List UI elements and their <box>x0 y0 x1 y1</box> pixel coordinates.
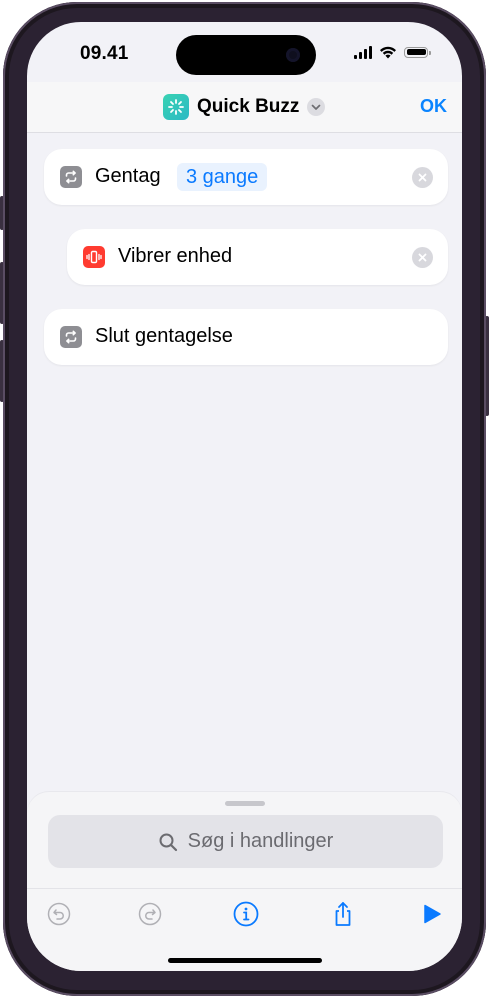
shortcut-title: Quick Buzz <box>197 96 300 117</box>
share-icon <box>335 902 351 926</box>
info-button[interactable] <box>231 899 261 929</box>
repeat-count-token[interactable]: 3 gange <box>177 163 268 191</box>
front-camera-icon <box>286 48 300 62</box>
action-label: Slut gentagelse <box>95 325 233 347</box>
action-label: Gentag <box>95 165 161 187</box>
remove-action-button[interactable] <box>412 247 433 268</box>
screen: 09.41 Quick Buzz OK Gentag 3 gange Vibre… <box>27 22 462 971</box>
home-indicator[interactable] <box>168 958 322 963</box>
repeat-icon <box>60 166 82 188</box>
status-time: 09.41 <box>80 43 129 64</box>
battery-icon <box>404 46 431 58</box>
run-button[interactable] <box>417 899 447 929</box>
editor-toolbar <box>27 888 462 937</box>
search-icon <box>159 833 177 851</box>
action-end-repeat[interactable]: Slut gentagelse <box>44 309 448 365</box>
wifi-icon <box>380 46 396 59</box>
search-placeholder: Søg i handlinger <box>187 830 334 852</box>
shortcut-title-menu[interactable]: Quick Buzz <box>163 94 326 120</box>
status-icons <box>354 45 431 59</box>
action-label: Vibrer enhed <box>118 245 233 267</box>
play-icon <box>424 904 441 924</box>
info-icon <box>233 901 259 927</box>
cellular-signal-icon <box>354 45 372 59</box>
undo-button[interactable] <box>44 899 74 929</box>
nav-bar: Quick Buzz OK <box>27 82 462 133</box>
redo-button[interactable] <box>135 899 165 929</box>
sparkle-wand-icon <box>163 94 189 120</box>
sheet-grabber[interactable] <box>225 801 265 806</box>
action-search-sheet: Søg i handlinger <box>27 792 462 971</box>
dynamic-island <box>176 35 316 75</box>
share-button[interactable] <box>328 899 358 929</box>
search-input[interactable]: Søg i handlinger <box>48 815 443 868</box>
remove-action-button[interactable] <box>412 167 433 188</box>
undo-icon <box>47 902 71 926</box>
done-button[interactable]: OK <box>420 96 447 117</box>
action-repeat[interactable]: Gentag 3 gange <box>44 149 448 205</box>
redo-icon <box>138 902 162 926</box>
vibrate-device-icon <box>83 246 105 268</box>
chevron-down-icon[interactable] <box>307 98 326 116</box>
action-vibrate-device[interactable]: Vibrer enhed <box>67 229 448 285</box>
repeat-icon <box>60 326 82 348</box>
